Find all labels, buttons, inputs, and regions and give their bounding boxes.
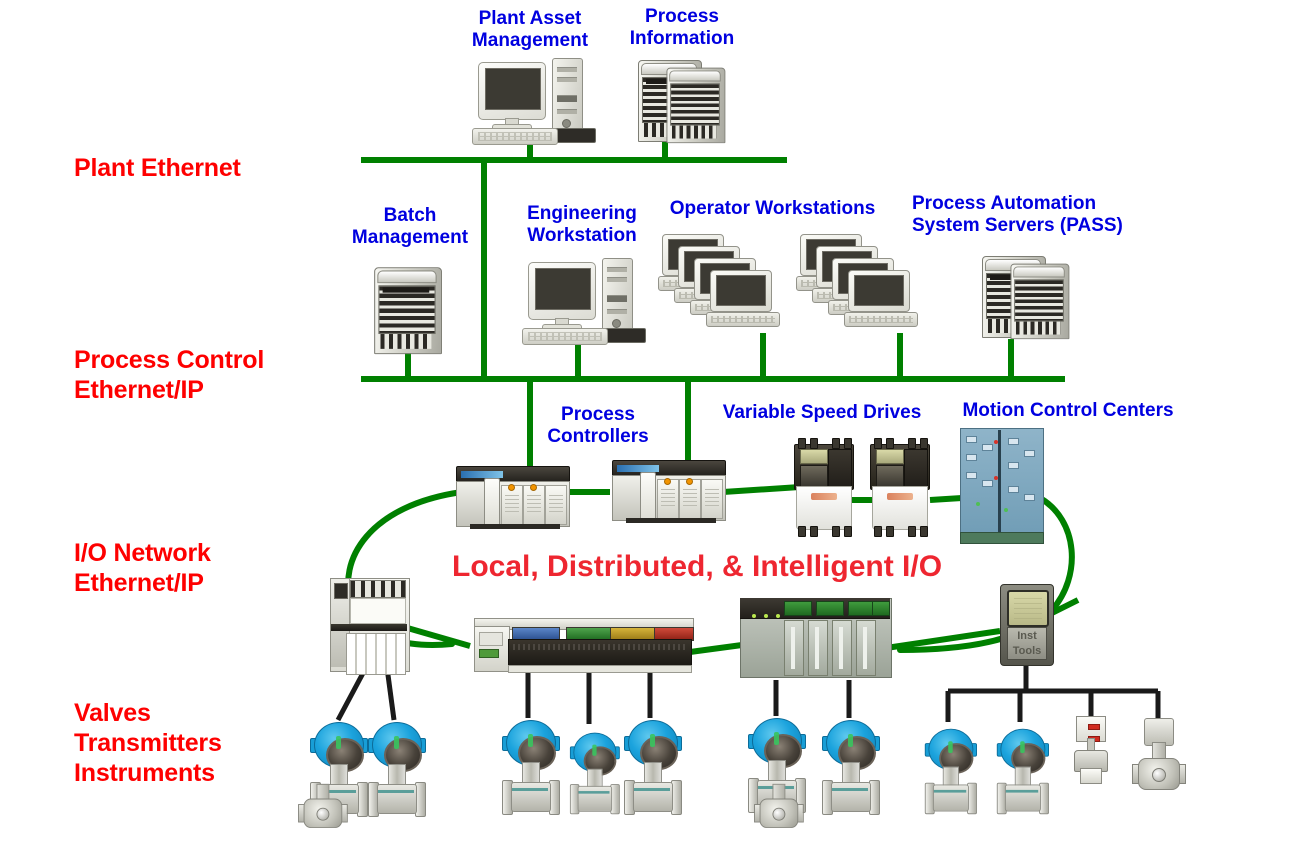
vfd-drive-icon-1: [792, 438, 854, 537]
network-label-field-level: Valves Transmitters Instruments: [74, 699, 222, 787]
link-vsd2-mcc: [929, 495, 963, 503]
distributed-io-rack-icon: [474, 618, 694, 678]
field-transmitter-icon-2: [368, 714, 426, 824]
hmi-label-line1: Inst: [1017, 630, 1037, 642]
architecture-diagram: Plant Ethernet Process Control Ethernet/…: [0, 0, 1314, 863]
control-valve-icon: [1132, 714, 1186, 810]
device-label-batch-management: Batch Management: [351, 205, 469, 248]
drop-operator-workstations-1: [760, 333, 766, 380]
device-label-engineering-workstation: Engineering Workstation: [527, 203, 637, 246]
drop-controller-2: [685, 376, 691, 462]
field-transmitter-icon-8: [924, 722, 977, 821]
device-label-pass-servers: Process Automation System Servers (PASS): [912, 193, 1123, 236]
field-transmitter-icon-9: [996, 722, 1049, 821]
mcc-cabinet-icon: [960, 428, 1044, 546]
network-label-io-network: I/O Network Ethernet/IP: [74, 539, 211, 597]
network-label-process-control: Process Control Ethernet/IP: [74, 346, 265, 404]
controller-rack-icon-2: [612, 460, 726, 526]
server-rack-icon-pass-b: [1010, 263, 1070, 349]
controller-rack-icon-1: [456, 466, 570, 532]
link-localio-to-ring: [403, 624, 471, 649]
device-label-operator-workstations: Operator Workstations: [669, 198, 876, 219]
flanged-valve-icon-1: [298, 783, 348, 863]
desktop-pc-icon-plant-asset-management: [472, 58, 596, 145]
process-control-bus: [361, 376, 1065, 382]
workstation-stack-icon-operator-group-1: [658, 234, 808, 330]
network-label-plant-ethernet: Plant Ethernet: [74, 154, 241, 182]
server-rack-icon-batch-management: [374, 267, 442, 365]
server-rack-icon-process-information-b: [666, 67, 726, 153]
drop-engineering-workstation: [575, 342, 581, 380]
workstation-stack-icon-operator-group-2: [796, 234, 946, 330]
flanged-valve-icon-2: [754, 783, 804, 863]
drop-operator-workstations-2: [897, 333, 903, 380]
link-gio-to-hmi: [885, 628, 1001, 651]
field-transmitter-icon-5: [624, 712, 682, 822]
device-label-process-information: Process Information: [629, 6, 735, 49]
device-label-process-controllers: Process Controllers: [547, 404, 649, 447]
device-label-plant-asset-management: Plant Asset Management: [471, 8, 589, 51]
green-module-io-rack-icon: [740, 598, 892, 680]
plant-ethernet-bus: [361, 157, 787, 163]
field-transmitter-icon-3: [502, 712, 560, 822]
hmi-label-line2: Tools: [1012, 645, 1042, 657]
bus-trunk-link: [481, 157, 487, 382]
field-transmitter-icon-4: [569, 726, 620, 821]
link-controller2-vsd1: [722, 484, 801, 495]
device-label-variable-speed-drives: Variable Speed Drives: [722, 402, 922, 423]
vfd-drive-icon-2: [868, 438, 930, 537]
local-io-terminal-block-icon: [330, 578, 410, 678]
solenoid-valve-icon: [1070, 712, 1112, 790]
hmi-terminal-icon: Inst Tools: [1000, 584, 1054, 668]
desktop-pc-icon-engineering-workstation: [522, 258, 646, 345]
io-network-caption: Local, Distributed, & Intelligent I/O: [452, 550, 943, 583]
field-transmitter-icon-7: [822, 712, 880, 822]
link-dio-to-gio: [689, 642, 743, 655]
device-label-motion-control-centers: Motion Control Centers: [962, 400, 1174, 421]
